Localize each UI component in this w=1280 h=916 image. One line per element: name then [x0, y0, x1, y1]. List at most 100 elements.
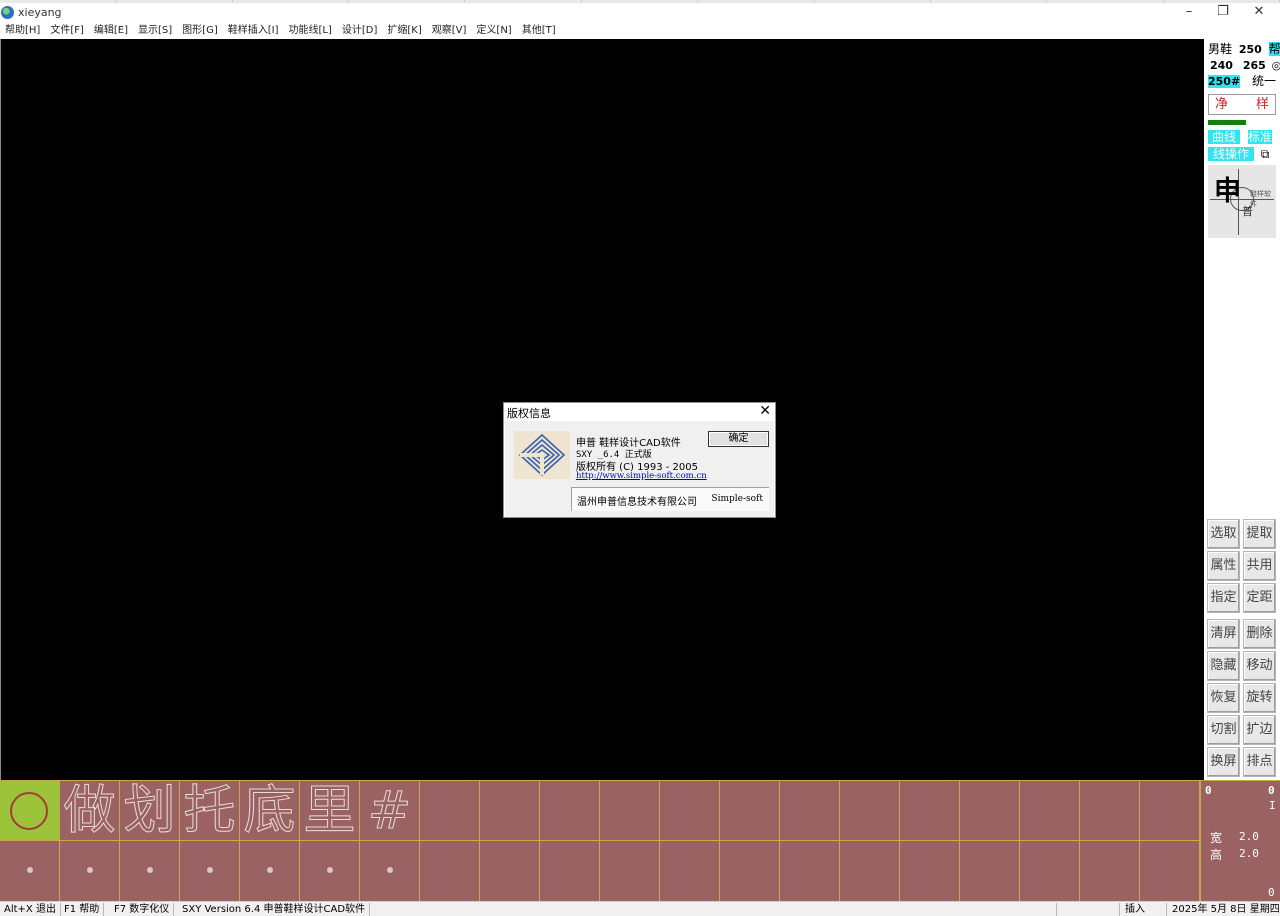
slot-dot-icon [207, 867, 213, 873]
shoe-info-row: 男鞋 250 帮 [1208, 42, 1280, 57]
tool-specify[interactable]: 指定 [1207, 583, 1240, 613]
taskbar-strip [0, 0, 1280, 3]
tool-arrange-points[interactable]: 排点 [1243, 747, 1276, 777]
tool-clear-screen[interactable]: 清屏 [1207, 619, 1240, 649]
palette-slot[interactable] [300, 841, 360, 902]
menu-scale[interactable]: 扩缩[K] [382, 24, 426, 38]
tool-extract[interactable]: 提取 [1243, 519, 1276, 549]
shoe-size[interactable]: 250 [1239, 43, 1262, 56]
tool-property[interactable]: 属性 [1207, 551, 1240, 581]
palette-slot[interactable] [540, 841, 600, 902]
line-operation-button[interactable]: 线操作 [1208, 147, 1255, 161]
menu-help[interactable]: 帮助[H] [0, 24, 45, 38]
palette-cell-empty[interactable] [1080, 781, 1140, 841]
unify-label[interactable]: 统一 [1252, 74, 1276, 88]
clean-sample-button[interactable]: 净 样 [1208, 94, 1276, 115]
tool-move[interactable]: 移动 [1243, 651, 1276, 681]
tool-rotate[interactable]: 旋转 [1243, 683, 1276, 713]
tool-hide[interactable]: 隐藏 [1207, 651, 1240, 681]
size-code[interactable]: 250# [1208, 75, 1241, 88]
palette-cell-empty[interactable] [1020, 781, 1080, 841]
standard-button[interactable]: 标准 [1247, 130, 1272, 144]
palette-slot[interactable] [240, 841, 300, 902]
palette-slot[interactable] [180, 841, 240, 902]
upper-tag[interactable]: 帮 [1268, 42, 1280, 56]
palette-cell-empty[interactable] [600, 781, 660, 841]
palette-slot[interactable] [420, 841, 480, 902]
palette-slot[interactable] [1080, 841, 1140, 902]
dialog-title: 版权信息 [507, 407, 551, 420]
palette-cell-grid[interactable]: # [360, 781, 420, 842]
palette-slot[interactable] [960, 841, 1020, 902]
menu-edit[interactable]: 编辑[E] [89, 24, 133, 38]
tool-delete[interactable]: 删除 [1243, 619, 1276, 649]
palette-cell-empty[interactable] [1140, 781, 1200, 841]
palette-slot[interactable] [780, 841, 840, 902]
logo-tiny-text: 鞋样软件 [1250, 190, 1271, 208]
palette-cell-draw[interactable]: 划 [120, 781, 180, 842]
status-bar: Alt+X 退出 F1 帮助 F7 数字化仪 SXY Version 6.4 申… [0, 901, 1280, 916]
menu-other[interactable]: 其他[T] [517, 24, 561, 38]
menu-view[interactable]: 观察[V] [427, 24, 472, 38]
palette-slot[interactable] [120, 841, 180, 902]
palette-cell-sole[interactable]: 底 [240, 781, 300, 842]
tool-expand-edge[interactable]: 扩边 [1243, 715, 1276, 745]
palette-slot[interactable] [0, 841, 60, 902]
palette-cell-empty[interactable] [420, 781, 480, 841]
palette-cell-empty[interactable] [780, 781, 840, 841]
close-button[interactable]: ✕ [1244, 3, 1274, 23]
minimize-button[interactable]: – [1174, 3, 1204, 23]
palette-cell-empty[interactable] [660, 781, 720, 841]
palette-cell-empty[interactable] [840, 781, 900, 841]
restore-button[interactable]: ❐ [1208, 3, 1238, 23]
tool-share[interactable]: 共用 [1243, 551, 1276, 581]
tool-select[interactable]: 选取 [1207, 519, 1240, 549]
circle-icon [10, 792, 48, 830]
palette-cell-empty[interactable] [960, 781, 1020, 841]
target-icon[interactable]: ◎ [1272, 59, 1280, 72]
menu-design[interactable]: 设计[D] [337, 24, 383, 38]
curve-button[interactable]: 曲线 [1208, 130, 1241, 144]
tool-restore[interactable]: 恢复 [1207, 683, 1240, 713]
palette-cell-empty[interactable] [540, 781, 600, 841]
menu-insert[interactable]: 鞋样插入[I] [223, 24, 284, 38]
tool-fixed-distance[interactable]: 定距 [1243, 583, 1276, 613]
size-high[interactable]: 265 [1243, 59, 1266, 72]
menu-function-line[interactable]: 功能线[L] [284, 24, 337, 38]
palette-cell-empty[interactable] [900, 781, 960, 841]
slot-dot-icon [267, 867, 273, 873]
size-low[interactable]: 240 [1210, 59, 1233, 72]
dialog-url-link[interactable]: http://www.simple-soft.com.cn [576, 471, 707, 481]
palette-slot[interactable] [900, 841, 960, 902]
tool-cut[interactable]: 切割 [1207, 715, 1240, 745]
palette-slot[interactable] [360, 841, 420, 902]
copyright-dialog: 版权信息 ✕ 申普 鞋样设计CAD软件 SXY _6.4 正式版 版权所有 (C… [503, 402, 776, 518]
height-label: 高 [1210, 848, 1223, 862]
menu-define[interactable]: 定义[N] [471, 24, 516, 38]
menu-file[interactable]: 文件[F] [45, 24, 89, 38]
palette-slot[interactable] [600, 841, 660, 902]
ok-button[interactable]: 确定 [708, 431, 769, 447]
palette-slot[interactable] [840, 841, 900, 902]
shoe-type[interactable]: 男鞋 [1208, 42, 1232, 56]
palette-cell-empty[interactable] [720, 781, 780, 841]
palette-slot[interactable] [1140, 841, 1200, 902]
status-insert: 插入 [1121, 903, 1167, 916]
select-frame-icon[interactable]: ⧉ [1261, 147, 1270, 161]
palette-slot[interactable] [60, 841, 120, 902]
tool-switch-screen[interactable]: 换屏 [1207, 747, 1240, 777]
cursor-mark: I [1269, 799, 1276, 812]
palette-slot[interactable] [720, 841, 780, 902]
palette-cell-lining[interactable]: 里 [300, 781, 360, 842]
palette-cell-make[interactable]: 做 [60, 781, 120, 842]
palette-slot[interactable] [480, 841, 540, 902]
palette-slot[interactable] [1020, 841, 1080, 902]
status-help: F1 帮助 [60, 903, 105, 916]
menu-graphics[interactable]: 图形[G] [177, 24, 223, 38]
dialog-close-button[interactable]: ✕ [759, 403, 771, 419]
palette-cell-support[interactable]: 托 [180, 781, 240, 842]
palette-cell-circle[interactable] [0, 781, 60, 841]
menu-display[interactable]: 显示[S] [133, 24, 177, 38]
palette-cell-empty[interactable] [480, 781, 540, 841]
palette-slot[interactable] [660, 841, 720, 902]
